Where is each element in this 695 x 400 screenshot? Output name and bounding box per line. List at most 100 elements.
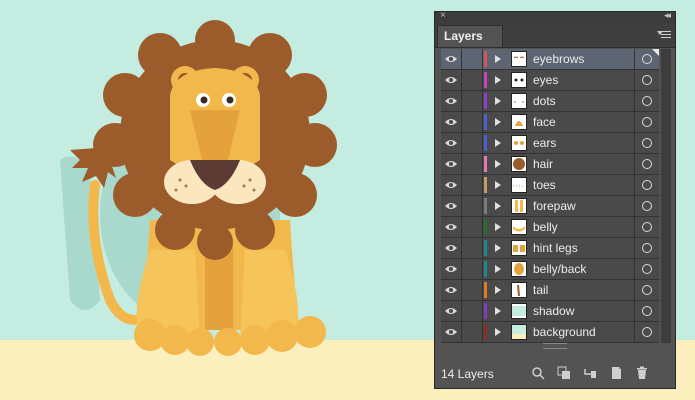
lock-toggle[interactable] — [462, 301, 483, 321]
disclosure-triangle-icon[interactable] — [495, 76, 501, 84]
lock-toggle[interactable] — [462, 238, 483, 258]
layer-row[interactable]: dots — [441, 91, 659, 112]
layer-row[interactable]: background — [441, 322, 659, 343]
visibility-eye-icon[interactable] — [441, 154, 462, 174]
layer-name[interactable]: belly — [533, 220, 558, 234]
layer-name[interactable]: belly/back — [533, 262, 586, 276]
lock-toggle[interactable] — [462, 217, 483, 237]
layer-row[interactable]: forepaw — [441, 196, 659, 217]
search-icon[interactable] — [531, 366, 545, 380]
target-circle-icon[interactable] — [634, 133, 660, 153]
layer-color-bar — [484, 114, 487, 130]
visibility-eye-icon[interactable] — [441, 322, 462, 342]
close-icon[interactable]: × — [440, 10, 446, 21]
layer-row[interactable]: eyebrows — [441, 49, 659, 70]
lock-toggle[interactable] — [462, 322, 483, 342]
layer-row[interactable]: belly — [441, 217, 659, 238]
layer-name[interactable]: dots — [533, 94, 556, 108]
target-circle-icon[interactable] — [634, 259, 660, 279]
layer-name[interactable]: toes — [533, 178, 556, 192]
disclosure-triangle-icon[interactable] — [495, 328, 501, 336]
lock-toggle[interactable] — [462, 49, 483, 69]
layer-name[interactable]: hair — [533, 157, 553, 171]
target-circle-icon[interactable] — [634, 112, 660, 132]
lock-toggle[interactable] — [462, 196, 483, 216]
target-circle-icon[interactable] — [634, 322, 660, 342]
tab-layers[interactable]: Layers — [437, 25, 503, 47]
lock-toggle[interactable] — [462, 70, 483, 90]
layer-row[interactable]: toes — [441, 175, 659, 196]
layer-name[interactable]: hint legs — [533, 241, 578, 255]
disclosure-triangle-icon[interactable] — [495, 223, 501, 231]
layers-scrollbar[interactable] — [661, 49, 671, 343]
disclosure-triangle-icon[interactable] — [495, 97, 501, 105]
visibility-eye-icon[interactable] — [441, 280, 462, 300]
disclosure-triangle-icon[interactable] — [495, 181, 501, 189]
layer-name[interactable]: tail — [533, 283, 548, 297]
layer-name[interactable]: eyes — [533, 73, 558, 87]
panel-menu-icon[interactable] — [657, 29, 671, 41]
target-circle-icon[interactable] — [634, 154, 660, 174]
lock-toggle[interactable] — [462, 280, 483, 300]
layer-name[interactable]: ears — [533, 136, 556, 150]
target-circle-icon[interactable] — [634, 238, 660, 258]
visibility-eye-icon[interactable] — [441, 301, 462, 321]
target-circle-icon[interactable] — [634, 280, 660, 300]
disclosure-triangle-icon[interactable] — [495, 244, 501, 252]
target-circle-icon[interactable] — [634, 91, 660, 111]
lock-toggle[interactable] — [462, 91, 483, 111]
target-circle-icon[interactable] — [634, 217, 660, 237]
lock-toggle[interactable] — [462, 112, 483, 132]
trash-icon[interactable] — [635, 366, 649, 380]
disclosure-triangle-icon[interactable] — [495, 118, 501, 126]
layer-thumbnail — [511, 72, 527, 88]
layer-name[interactable]: eyebrows — [533, 52, 584, 66]
visibility-eye-icon[interactable] — [441, 133, 462, 153]
new-layer-icon[interactable] — [609, 366, 623, 380]
disclosure-triangle-icon[interactable] — [495, 202, 501, 210]
layer-name[interactable]: face — [533, 115, 556, 129]
visibility-eye-icon[interactable] — [441, 91, 462, 111]
layer-row[interactable]: hint legs — [441, 238, 659, 259]
layer-row[interactable]: hair — [441, 154, 659, 175]
target-circle-icon[interactable] — [634, 70, 660, 90]
visibility-eye-icon[interactable] — [441, 217, 462, 237]
disclosure-triangle-icon[interactable] — [495, 160, 501, 168]
clipping-mask-icon[interactable] — [557, 366, 571, 380]
visibility-eye-icon[interactable] — [441, 175, 462, 195]
visibility-eye-icon[interactable] — [441, 238, 462, 258]
layer-thumbnail — [511, 51, 527, 67]
target-circle-icon[interactable] — [634, 301, 660, 321]
target-circle-icon[interactable] — [634, 175, 660, 195]
collapse-icon[interactable]: ◂◂ — [664, 10, 671, 21]
layer-name[interactable]: forepaw — [533, 199, 576, 213]
lock-toggle[interactable] — [462, 259, 483, 279]
lock-toggle[interactable] — [462, 133, 483, 153]
layer-row[interactable]: face — [441, 112, 659, 133]
disclosure-triangle-icon[interactable] — [495, 55, 501, 63]
layer-row[interactable]: shadow — [441, 301, 659, 322]
layer-name[interactable]: background — [533, 325, 596, 339]
visibility-eye-icon[interactable] — [441, 70, 462, 90]
visibility-eye-icon[interactable] — [441, 259, 462, 279]
layer-color-bar — [484, 93, 487, 109]
layer-color-bar — [484, 240, 487, 256]
disclosure-triangle-icon[interactable] — [495, 139, 501, 147]
lock-toggle[interactable] — [462, 154, 483, 174]
visibility-eye-icon[interactable] — [441, 196, 462, 216]
resize-grip[interactable] — [543, 343, 567, 349]
new-sublayer-icon[interactable] — [583, 366, 597, 380]
layer-name[interactable]: shadow — [533, 304, 574, 318]
disclosure-triangle-icon[interactable] — [495, 286, 501, 294]
layer-row[interactable]: tail — [441, 280, 659, 301]
target-circle-icon[interactable] — [634, 196, 660, 216]
layer-row[interactable]: belly/back — [441, 259, 659, 280]
disclosure-triangle-icon[interactable] — [495, 307, 501, 315]
disclosure-triangle-icon[interactable] — [495, 265, 501, 273]
visibility-eye-icon[interactable] — [441, 49, 462, 69]
layer-row[interactable]: eyes — [441, 70, 659, 91]
lock-toggle[interactable] — [462, 175, 483, 195]
visibility-eye-icon[interactable] — [441, 112, 462, 132]
layer-row[interactable]: ears — [441, 133, 659, 154]
layer-thumbnail — [511, 93, 527, 109]
